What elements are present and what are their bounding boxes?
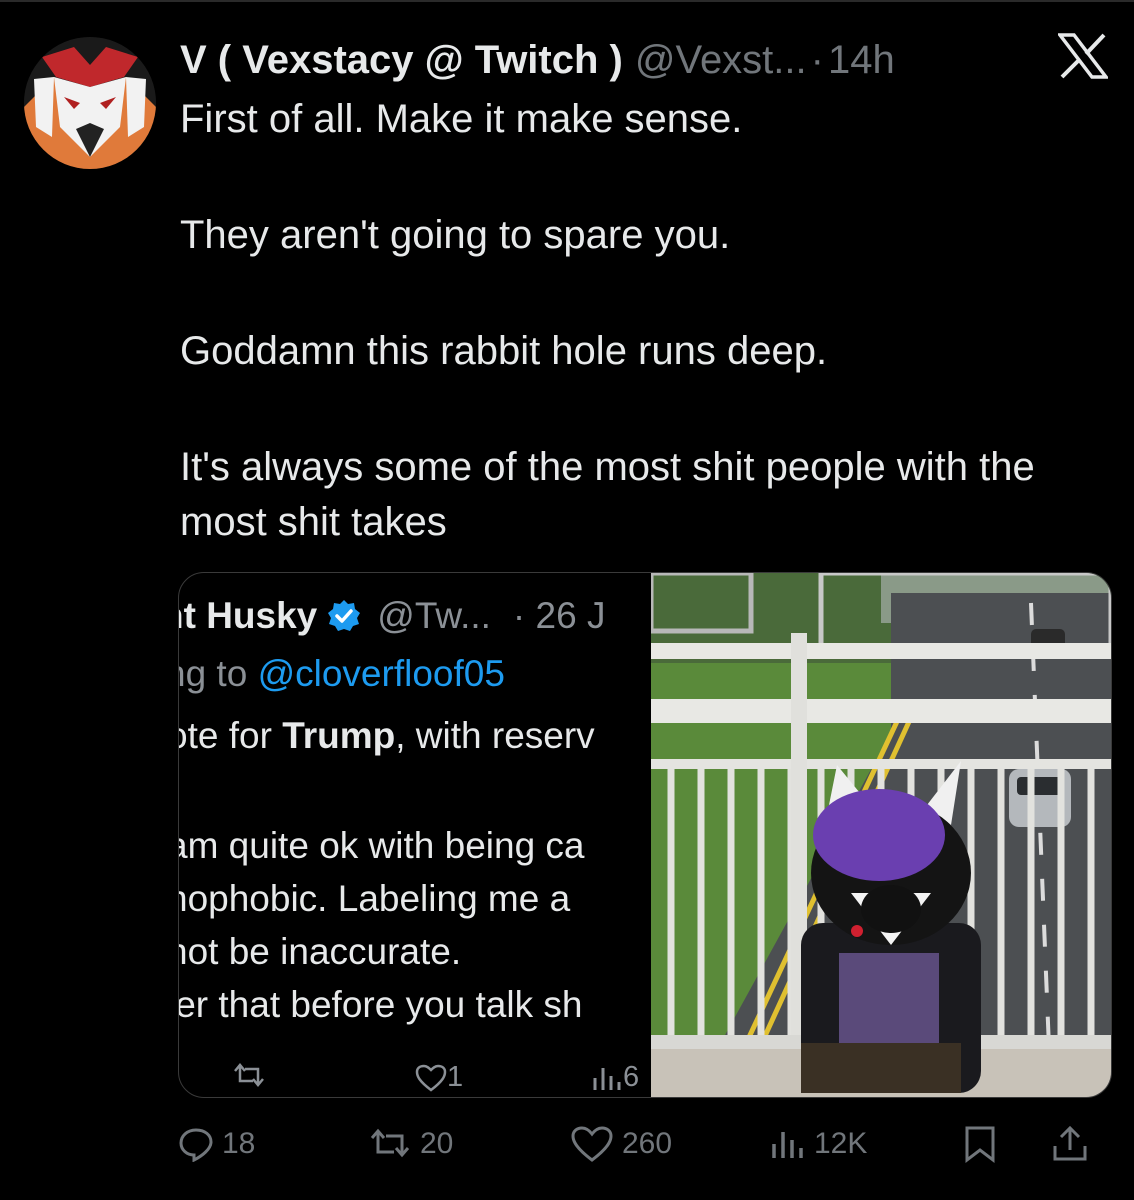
quoted-repost-icon: [231, 1061, 267, 1089]
tweet-line-1: First of all. Make it make sense.: [180, 97, 743, 141]
quoted-views-icon: [593, 1067, 621, 1090]
quoted-line-1: ote for Trump, with reserv: [179, 715, 595, 757]
like-button[interactable]: 260: [570, 1116, 672, 1172]
quoted-line-1b: , with reserv: [395, 715, 595, 756]
display-name[interactable]: V ( Vexstacy @ Twitch ): [180, 38, 623, 83]
media-card[interactable]: nt Husky @Tw... · 26 J ng to @cloverfloo…: [178, 572, 1112, 1098]
separator-dot: ·: [810, 37, 824, 82]
share-button[interactable]: [1050, 1116, 1098, 1172]
repost-icon: [370, 1128, 410, 1158]
top-divider: [0, 0, 1134, 2]
quoted-views-count: 6: [623, 1061, 640, 1093]
avatar[interactable]: [24, 37, 156, 169]
reply-mention: @cloverfloof05: [257, 653, 505, 694]
quoted-handle: @Tw...: [377, 595, 491, 636]
reply-count: 18: [222, 1127, 256, 1160]
quoted-views: 6: [591, 1061, 639, 1094]
tweet-actions: 18 20 260 12K: [178, 1116, 1108, 1172]
reply-prefix: ng to: [179, 653, 248, 694]
quoted-line-3: nophobic. Labeling me a: [179, 878, 571, 919]
views-button[interactable]: 12K: [770, 1116, 867, 1172]
quoted-tweet-screenshot: nt Husky @Tw... · 26 J ng to @cloverfloo…: [179, 573, 651, 1097]
quoted-name: nt Husky: [179, 595, 318, 636]
bookmark-icon: [965, 1126, 995, 1164]
quoted-date: · 26 J: [512, 595, 606, 636]
tweet-line-4: It's always some of the most shit people…: [180, 445, 1035, 544]
user-handle[interactable]: @Vexst...: [635, 38, 807, 83]
tweet-text: First of all. Make it make sense. They a…: [180, 92, 1100, 550]
share-icon: [1053, 1125, 1087, 1161]
repost-count: 20: [420, 1127, 454, 1160]
quoted-like: 1: [415, 1061, 463, 1094]
quoted-line-5: ler that before you talk sh: [179, 984, 583, 1025]
quoted-like-icon: [415, 1064, 447, 1092]
tweet-line-3: Goddamn this rabbit hole runs deep.: [180, 329, 828, 373]
tweet-header: V ( Vexstacy @ Twitch ) @Vexst... · 14h: [180, 30, 1060, 90]
views-icon: [772, 1132, 803, 1158]
like-icon: [571, 1126, 613, 1162]
views-count: 12K: [814, 1127, 868, 1160]
quoted-header: nt Husky @Tw... · 26 J: [179, 595, 605, 637]
quoted-line-1-bold: Trump: [282, 715, 396, 756]
repost-button[interactable]: 20: [368, 1116, 453, 1172]
quoted-line-4: not be inaccurate.: [179, 931, 462, 972]
reply-button[interactable]: 18: [178, 1116, 255, 1172]
bookmark-button[interactable]: [962, 1116, 1006, 1172]
quoted-line-2: am quite ok with being ca: [179, 825, 585, 866]
tweet-photo[interactable]: [648, 573, 1111, 1097]
tweet-line-2: They aren't going to spare you.: [180, 213, 731, 257]
quoted-actions: 1 6: [179, 1061, 651, 1094]
x-logo-icon: [1056, 33, 1110, 79]
reply-icon: [179, 1128, 213, 1162]
timestamp[interactable]: 14h: [828, 38, 895, 83]
quoted-like-count: 1: [447, 1061, 464, 1093]
like-count: 260: [622, 1127, 673, 1160]
quoted-line-1a: ote for: [179, 715, 272, 756]
verified-badge-icon: [328, 600, 361, 631]
quoted-reply-line: ng to @cloverfloof05: [179, 653, 505, 695]
